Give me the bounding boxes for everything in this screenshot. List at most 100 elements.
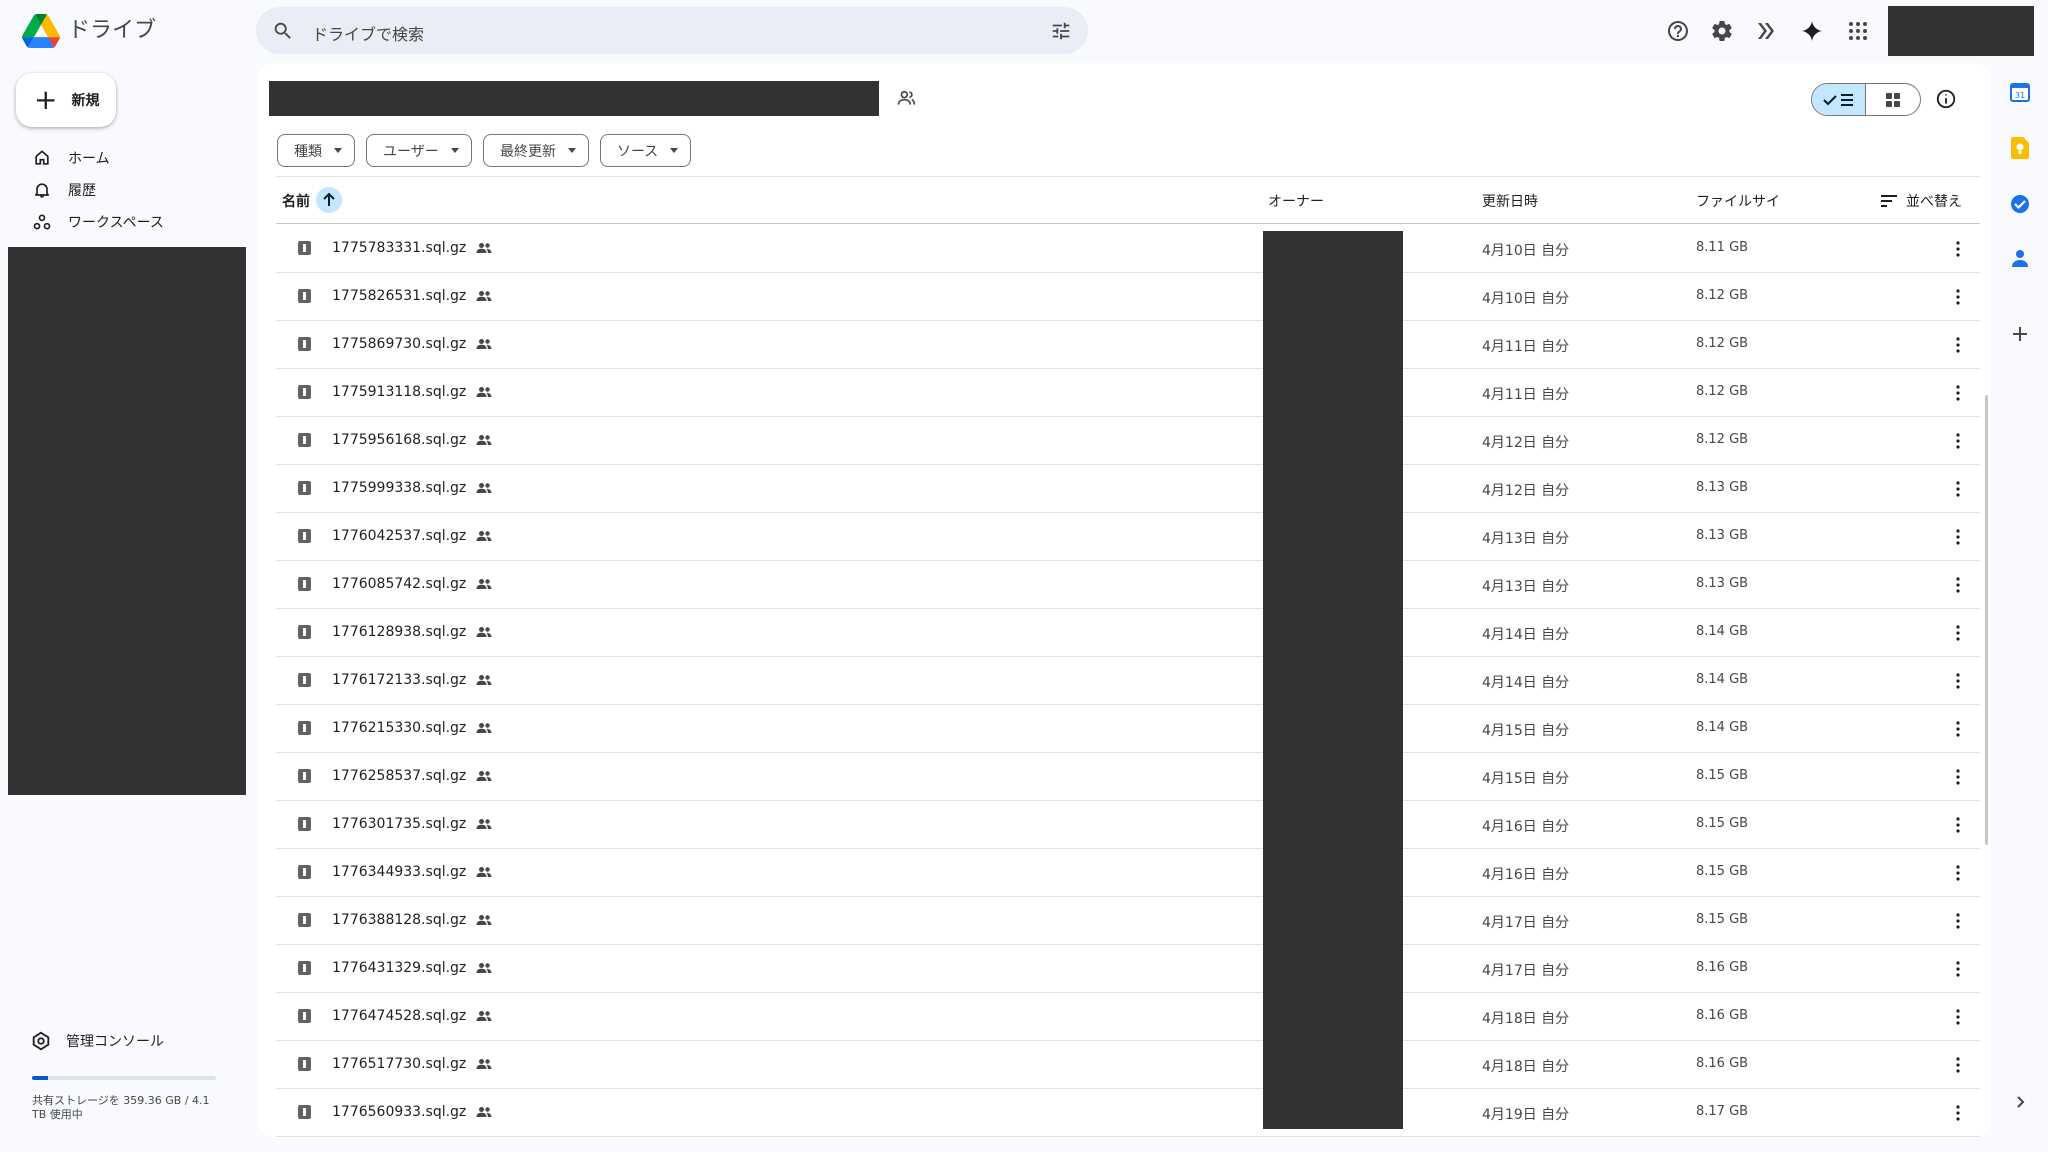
column-header-owner[interactable]: オーナー [1268, 191, 1324, 211]
file-name[interactable]: 1775956168.sql.gz [332, 432, 492, 450]
table-row[interactable]: 1776344933.sql.gz 4月16日 自分 8.15 GB [276, 849, 1980, 897]
file-name[interactable]: 1775869730.sql.gz [332, 336, 492, 354]
more-actions-icon[interactable] [1946, 285, 1970, 309]
sidebar-item-workspaces[interactable]: ワークスペース [32, 210, 164, 234]
more-actions-icon[interactable] [1946, 1053, 1970, 1077]
app-title[interactable]: ドライブ [68, 16, 156, 46]
more-actions-icon[interactable] [1946, 525, 1970, 549]
calendar-icon[interactable]: 31 [2008, 80, 2032, 104]
table-row[interactable]: 1776517730.sql.gz 4月18日 自分 8.16 GB [276, 1041, 1980, 1089]
file-name[interactable]: 1776128938.sql.gz [332, 624, 492, 642]
table-row[interactable]: 1776301735.sql.gz 4月16日 自分 8.15 GB [276, 801, 1980, 849]
apps-grid-icon[interactable] [1844, 17, 1872, 45]
more-actions-icon[interactable] [1946, 621, 1970, 645]
file-name[interactable]: 1776344933.sql.gz [332, 864, 492, 882]
column-header-size[interactable]: ファイルサイ [1696, 191, 1780, 211]
more-actions-icon[interactable] [1946, 957, 1970, 981]
more-actions-icon[interactable] [1946, 1005, 1970, 1029]
more-actions-icon[interactable] [1946, 333, 1970, 357]
table-row[interactable]: 1776431329.sql.gz 4月17日 自分 8.16 GB [276, 945, 1980, 993]
more-actions-icon[interactable] [1946, 669, 1970, 693]
file-name[interactable]: 1776517730.sql.gz [332, 1056, 492, 1074]
view-toggle[interactable] [1811, 83, 1921, 116]
sidebar-item-home[interactable]: ホーム [32, 146, 110, 170]
file-name[interactable]: 1776301735.sql.gz [332, 816, 492, 834]
tasks-icon[interactable] [2008, 192, 2032, 216]
settings-icon[interactable] [1708, 17, 1736, 45]
get-addons-button[interactable] [2002, 316, 2038, 352]
table-row[interactable]: 1775869730.sql.gz 4月11日 自分 8.12 GB [276, 321, 1980, 369]
filter-modified-chip[interactable]: 最終更新 [483, 134, 589, 167]
search-icon[interactable] [272, 20, 294, 42]
shared-people-icon [476, 818, 492, 834]
file-name[interactable]: 1776172133.sql.gz [332, 672, 492, 690]
list-view-button[interactable] [1812, 84, 1867, 115]
scrollbar[interactable] [1985, 395, 1988, 845]
file-name[interactable]: 1776388128.sql.gz [332, 912, 492, 930]
table-row[interactable]: 1776128938.sql.gz 4月14日 自分 8.14 GB [276, 609, 1980, 657]
keep-icon[interactable] [2008, 136, 2032, 160]
table-row[interactable]: 1776042537.sql.gz 4月13日 自分 8.13 GB [276, 513, 1980, 561]
search-options-icon[interactable] [1050, 20, 1072, 42]
sort-ascending-arrow-icon[interactable] [316, 187, 342, 213]
filter-type-chip[interactable]: 種類 [277, 134, 355, 167]
file-name[interactable]: 1775999338.sql.gz [332, 480, 492, 498]
table-row[interactable]: 1776474528.sql.gz 4月18日 自分 8.16 GB [276, 993, 1980, 1041]
table-row[interactable]: 1776172133.sql.gz 4月14日 自分 8.14 GB [276, 657, 1980, 705]
shared-people-icon [476, 242, 492, 258]
drive-logo-icon[interactable] [22, 14, 60, 48]
column-header-name[interactable]: 名前 [282, 191, 310, 211]
new-button[interactable]: + 新規 [16, 73, 116, 127]
table-row[interactable]: 1775956168.sql.gz 4月12日 自分 8.12 GB [276, 417, 1980, 465]
more-actions-icon[interactable] [1946, 1101, 1970, 1125]
more-actions-icon[interactable] [1946, 573, 1970, 597]
table-row[interactable]: 1775826531.sql.gz 4月10日 自分 8.12 GB [276, 273, 1980, 321]
shared-people-icon [476, 914, 492, 930]
more-actions-icon[interactable] [1946, 765, 1970, 789]
grid-view-button[interactable] [1866, 84, 1920, 115]
more-actions-icon[interactable] [1946, 477, 1970, 501]
file-name[interactable]: 1776215330.sql.gz [332, 720, 492, 738]
more-actions-icon[interactable] [1946, 717, 1970, 741]
shared-folder-icon[interactable] [896, 88, 918, 110]
file-name[interactable]: 1776258537.sql.gz [332, 768, 492, 786]
account-area-redacted[interactable] [1888, 6, 2034, 56]
file-name[interactable]: 1776042537.sql.gz [332, 528, 492, 546]
sidebar-item-activity[interactable]: 履歴 [32, 178, 96, 202]
table-row[interactable]: 1775783331.sql.gz 4月10日 自分 8.11 GB [276, 225, 1980, 273]
file-name[interactable]: 1776474528.sql.gz [332, 1008, 492, 1026]
table-row[interactable]: 1776388128.sql.gz 4月17日 自分 8.15 GB [276, 897, 1980, 945]
more-actions-icon[interactable] [1946, 381, 1970, 405]
table-row[interactable]: 1775913118.sql.gz 4月11日 自分 8.12 GB [276, 369, 1980, 417]
file-name[interactable]: 1775783331.sql.gz [332, 240, 492, 258]
filter-source-chip[interactable]: ソース [600, 134, 692, 167]
table-row[interactable]: 1776085742.sql.gz 4月13日 自分 8.13 GB [276, 561, 1980, 609]
column-header-modified[interactable]: 更新日時 [1482, 191, 1538, 211]
search-bar[interactable]: ドライブで検索 [256, 7, 1088, 54]
filter-people-chip[interactable]: ユーザー [366, 134, 472, 167]
help-icon[interactable] [1664, 17, 1692, 45]
feedback-icon[interactable] [1752, 17, 1780, 45]
more-actions-icon[interactable] [1946, 909, 1970, 933]
contacts-icon[interactable] [2008, 246, 2032, 270]
table-row[interactable]: 1776215330.sql.gz 4月15日 自分 8.14 GB [276, 705, 1980, 753]
gemini-sparkle-icon[interactable] [1798, 17, 1826, 45]
info-icon[interactable] [1935, 88, 1959, 112]
file-name[interactable]: 1776431329.sql.gz [332, 960, 492, 978]
file-name[interactable]: 1775913118.sql.gz [332, 384, 492, 402]
file-name[interactable]: 1776560933.sql.gz [332, 1104, 492, 1122]
file-name[interactable]: 1776085742.sql.gz [332, 576, 492, 594]
table-row[interactable]: 1776560933.sql.gz 4月19日 自分 8.17 GB [276, 1089, 1980, 1137]
expand-side-panel-icon[interactable] [2012, 1094, 2028, 1110]
table-row[interactable]: 1776258537.sql.gz 4月15日 自分 8.15 GB [276, 753, 1980, 801]
more-actions-icon[interactable] [1946, 861, 1970, 885]
file-name[interactable]: 1775826531.sql.gz [332, 288, 492, 306]
search-input[interactable]: ドライブで検索 [312, 21, 424, 45]
archive-file-icon [298, 577, 311, 591]
table-row[interactable]: 1775999338.sql.gz 4月12日 自分 8.13 GB [276, 465, 1980, 513]
more-actions-icon[interactable] [1946, 429, 1970, 453]
sort-options-button[interactable]: 並べ替え [1880, 191, 1962, 211]
admin-console-link[interactable]: 管理コンソール [30, 1030, 164, 1052]
more-actions-icon[interactable] [1946, 237, 1970, 261]
more-actions-icon[interactable] [1946, 813, 1970, 837]
